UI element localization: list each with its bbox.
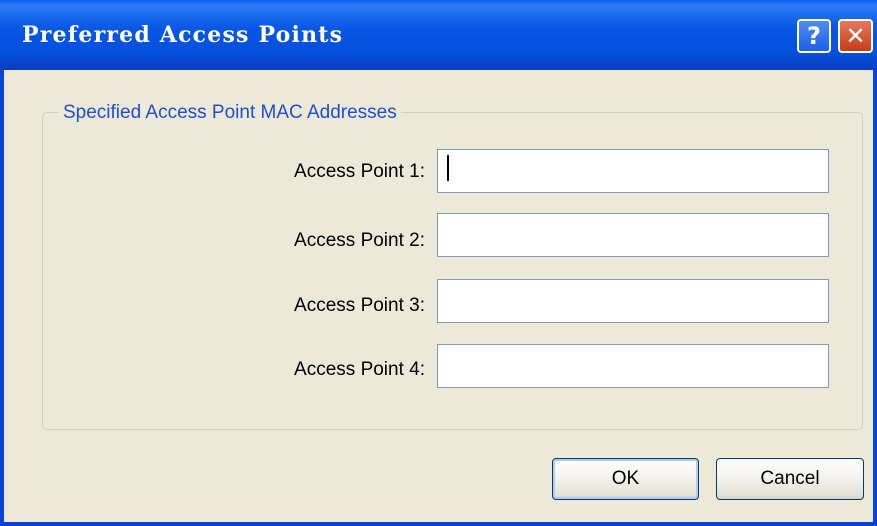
access-point-1-label: Access Point 1: [294,161,425,182]
group-legend: Specified Access Point MAC Addresses [59,101,401,125]
access-point-2-input[interactable] [437,213,829,257]
access-point-1-input[interactable] [437,149,829,193]
help-button[interactable]: ? [797,19,831,53]
access-point-4-label: Access Point 4: [294,359,425,380]
text-caret [447,155,449,181]
close-icon: ✕ [845,22,866,50]
access-point-2-label: Access Point 2: [294,230,425,251]
close-button[interactable]: ✕ [838,19,873,53]
help-icon: ? [807,22,821,50]
access-point-4-input[interactable] [437,344,829,388]
cancel-button[interactable]: Cancel [716,458,864,500]
title-bar[interactable]: Preferred Access Points ? ✕ [0,0,877,70]
access-point-3-input[interactable] [437,279,829,323]
window-title: Preferred Access Points [22,22,344,48]
ok-button[interactable]: OK [552,458,699,500]
preferred-access-points-dialog: Preferred Access Points ? ✕ Specified Ac… [0,0,877,526]
access-point-3-label: Access Point 3: [294,295,425,316]
